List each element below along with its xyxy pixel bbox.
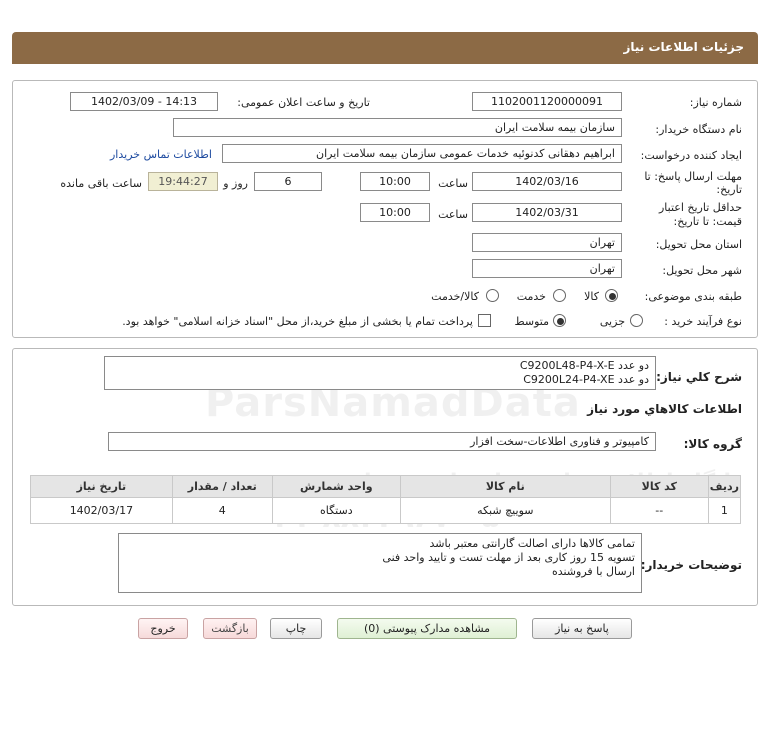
process-label: نوع فرآيند خريد : [664,315,742,328]
treasury-checkbox[interactable] [478,314,491,327]
announce-label: تاريخ و ساعت اعلان عمومی: [237,96,370,109]
deadline-label-2: تاريخ: [716,183,742,196]
process-radio-minor[interactable] [630,314,643,327]
category-label: طبقه بندی موضوعی: [644,290,742,303]
col-name: نام کالا [399,475,611,498]
validity-time-field: 10:00 [360,203,430,222]
col-row: رديف [707,475,742,498]
deadline-date-field: 1402/03/16 [472,172,622,191]
reply-button[interactable]: پاسخ به نياز [532,618,632,639]
goods-group-label: گروه كالا: [683,437,742,451]
days-field: 6 [254,172,322,191]
exit-button[interactable]: خروج [138,618,188,639]
category-option-goods-service: کالا/خدمت [431,290,479,303]
validity-label-2: قيمت: تا تاريخ: [673,215,742,228]
col-code: کد کالا [609,475,709,498]
remaining-time-field: 19:44:27 [148,172,218,191]
need-desc-line-1: C9200L48-P4-X-E دو عدد [519,359,649,372]
buyer-notes-label: توضيحات خريدار: [640,558,742,572]
need-number-label: شماره نياز: [689,96,742,109]
col-date: تاريخ نياز [30,475,173,498]
deadline-label: مهلت ارسال پاسخ: تا [644,170,742,183]
col-unit: واحد شمارش [271,475,401,498]
category-radio-goods[interactable] [605,289,618,302]
need-desc-box: C9200L48-P4-X-E دو عدد C9200L24-P4-XE دو… [104,356,656,390]
cell-qty: 4 [171,497,273,524]
validity-date-field: 1402/03/31 [472,203,622,222]
cell-unit: دستگاه [271,497,401,524]
goods-group-field: کامپیوتر و فناوری اطلاعات-سخت افزار [108,432,656,451]
back-button[interactable]: بازگشت [203,618,257,639]
validity-label: حداقل تاريخ اعتبار [658,201,742,214]
category-option-service: خدمت [516,290,546,303]
need-number-field: 1102001120000091 [472,92,622,111]
deadline-time-field: 10:00 [360,172,430,191]
payment-note: پرداخت تمام يا بخشی از مبلغ خريد،از محل … [122,315,473,328]
page-header: جزئيات اطلاعات نياز [12,32,758,64]
cell-date: 1402/03/17 [30,497,173,524]
province-field: تهران [472,233,622,252]
buyer-note-line-1: تمامی کالاها دارای اصالت گارانتی معتبر ب… [429,537,635,550]
buyer-org-field: سازمان بیمه سلامت ایران [173,118,622,137]
need-desc-line-2: C9200L24-P4-XE دو عدد [523,373,649,386]
creator-label: ايجاد کننده درخواست: [640,149,742,162]
process-option-minor: جزيی [599,315,625,328]
buyer-note-line-2: تسویه 15 روز کاری بعد از مهلت تست و تایی… [382,551,635,564]
announce-field: 1402/03/09 - 14:13 [70,92,218,111]
attachments-button[interactable]: مشاهده مدارک پيوستی (0) [337,618,517,639]
buyer-org-label: نام دستگاه خريدار: [655,123,742,136]
col-qty: تعداد / مقدار [171,475,273,498]
remaining-label: ساعت باقی مانده [60,177,142,190]
items-table: رديف کد کالا نام کالا واحد شمارش تعداد /… [30,475,742,524]
days-label: روز و [223,177,248,190]
process-radio-medium[interactable] [553,314,566,327]
creator-field: ابراهیم دهقانی کدنوئیه خدمات عمومی سازما… [222,144,622,163]
cell-name: سوییچ شبکه [399,497,611,524]
category-radio-service[interactable] [553,289,566,302]
buyer-notes-box: تمامی کالاها دارای اصالت گارانتی معتبر ب… [118,533,642,593]
goods-info-title: اطلاعات كالاهاي مورد نياز [587,402,742,416]
buyer-note-line-3: ارسال با فروشنده [551,565,635,578]
city-field: تهران [472,259,622,278]
deadline-time-label: ساعت [438,177,468,190]
city-label: شهر محل تحويل: [662,264,742,277]
cell-code: -- [609,497,709,524]
print-button[interactable]: چاپ [270,618,322,639]
table-row: 1 -- سوییچ شبکه دستگاه 4 1402/03/17 [30,497,742,524]
province-label: استان محل تحويل: [655,238,742,251]
contact-buyer-link[interactable]: اطلاعات تماس خريدار [110,148,212,161]
category-option-goods: کالا [584,290,599,303]
cell-row: 1 [707,497,742,524]
need-desc-label: شرح كلي نياز: [656,370,742,384]
process-option-medium: متوسط [514,315,549,328]
page-title: جزئيات اطلاعات نياز [623,40,744,54]
items-table-header: رديف کد کالا نام کالا واحد شمارش تعداد /… [30,475,742,498]
validity-time-label: ساعت [438,208,468,221]
category-radio-goods-service[interactable] [486,289,499,302]
